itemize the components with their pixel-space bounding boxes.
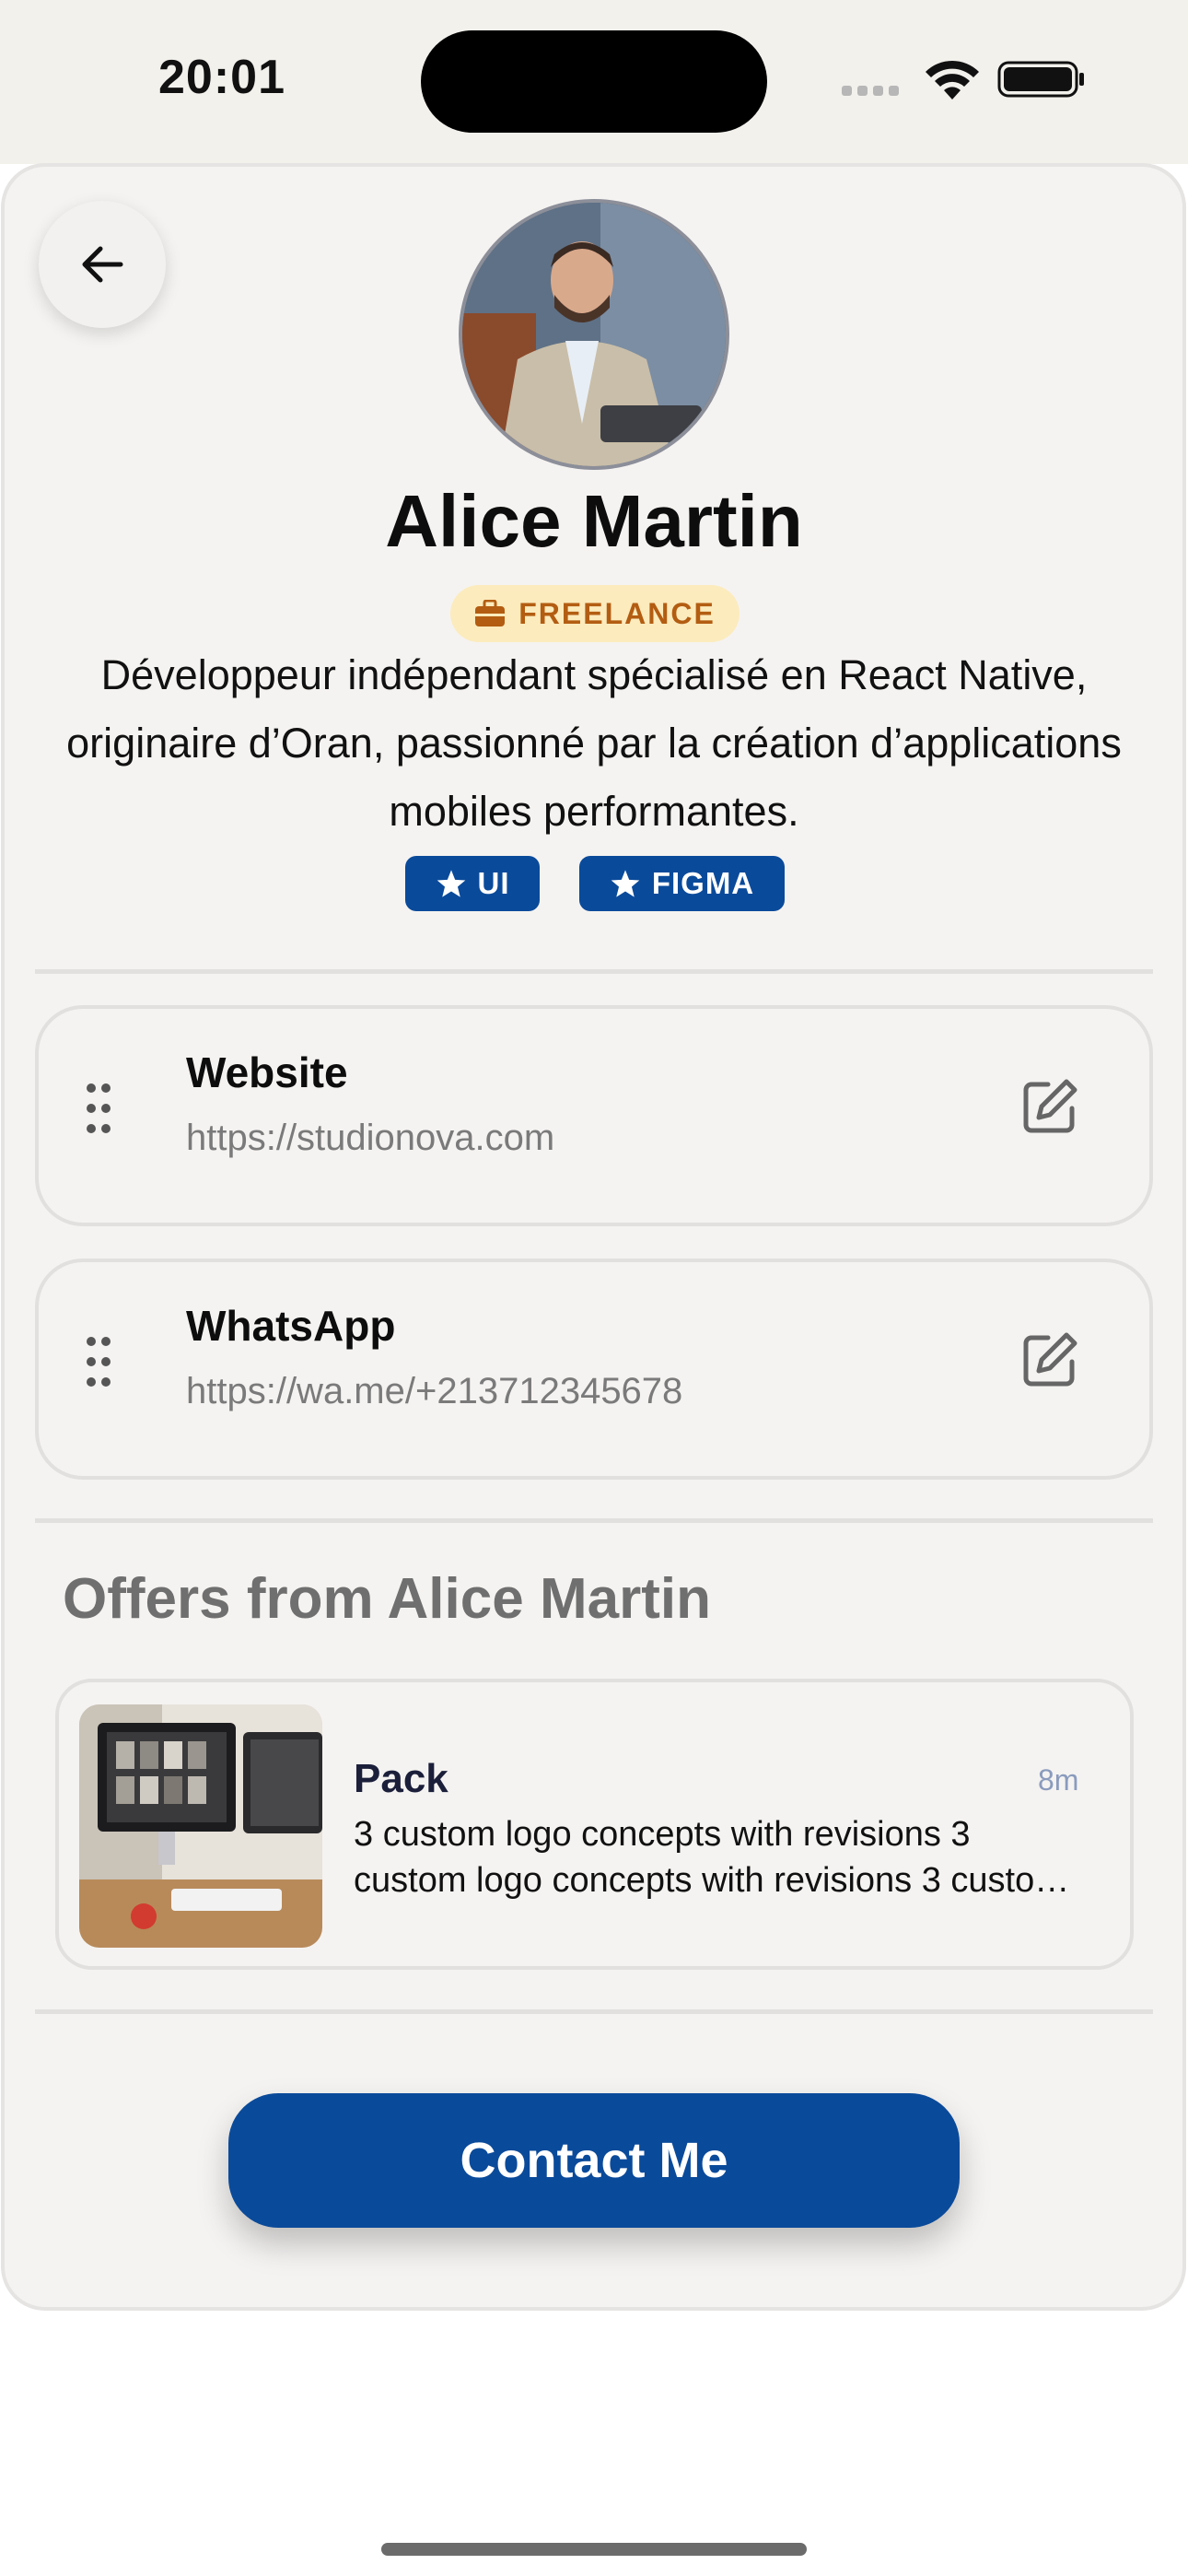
battery-icon: [997, 61, 1084, 98]
profile-name: Alice Martin: [385, 480, 803, 562]
skill-label: UI: [477, 866, 510, 900]
briefcase-icon: [475, 600, 506, 626]
link-card-website[interactable]: Website https://studionova.com: [35, 1005, 1153, 1226]
back-button[interactable]: [39, 201, 166, 328]
status-bar: 20:01: [0, 0, 1188, 164]
skill-tag-figma: FIGMA: [579, 856, 785, 911]
offers-heading: Offers from Alice Martin: [63, 1567, 711, 1631]
offer-description: 3 custom logo concepts with revisions 3 …: [354, 1815, 1064, 1900]
role-badge: FREELANCE: [450, 585, 740, 642]
link-url[interactable]: https://wa.me/+213712345678: [186, 1371, 682, 1412]
offer-thumbnail: [79, 1704, 322, 1948]
skill-label: FIGMA: [651, 866, 755, 900]
star-icon: [611, 870, 640, 897]
offer-time: 8m: [1038, 1763, 1079, 1797]
link-title: Website: [186, 1048, 348, 1096]
edit-icon[interactable]: [1020, 1077, 1079, 1136]
cellular-signal-icon: [842, 83, 906, 98]
edit-icon[interactable]: [1020, 1330, 1079, 1389]
offer-title: Pack: [354, 1756, 448, 1801]
home-indicator[interactable]: [381, 2543, 807, 2556]
offer-card[interactable]: Pack 8m 3 custom logo concepts with revi…: [55, 1679, 1134, 1970]
avatar: [459, 199, 729, 470]
divider: [35, 2009, 1153, 2014]
role-label: FREELANCE: [518, 596, 716, 630]
arrow-left-icon: [82, 246, 123, 283]
wifi-icon: [926, 60, 979, 100]
link-title: WhatsApp: [186, 1302, 396, 1350]
link-card-whatsapp[interactable]: WhatsApp https://wa.me/+213712345678: [35, 1259, 1153, 1480]
link-url[interactable]: https://studionova.com: [186, 1118, 554, 1159]
divider: [35, 969, 1153, 974]
drag-handle-icon[interactable]: [85, 1081, 112, 1136]
status-time: 20:01: [158, 51, 285, 104]
skill-tag-ui: UI: [405, 856, 540, 911]
star-icon: [437, 870, 465, 897]
profile-bio: Développeur indépendant spécialisé en Re…: [66, 651, 1122, 835]
divider: [35, 1518, 1153, 1523]
drag-handle-icon[interactable]: [85, 1334, 112, 1389]
dynamic-island: [421, 30, 767, 133]
contact-button[interactable]: Contact Me: [228, 2093, 960, 2228]
